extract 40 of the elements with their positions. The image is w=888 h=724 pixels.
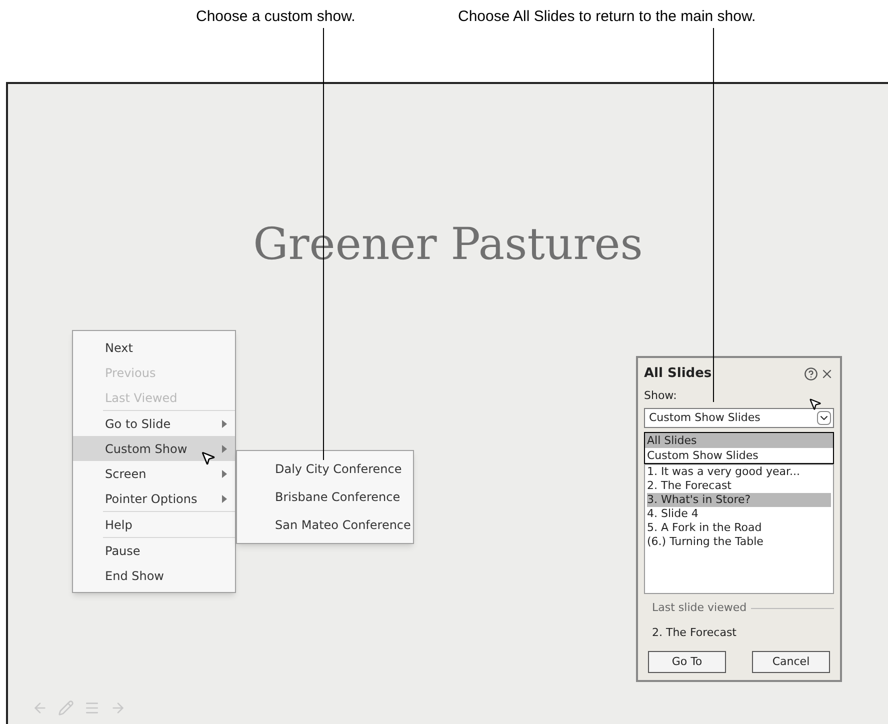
menu-icon[interactable]	[84, 700, 100, 716]
menu-item[interactable]: Daly City Conference	[237, 455, 413, 483]
slide-list-item[interactable]: 5. A Fork in the Road	[647, 521, 831, 535]
menu-item[interactable]: Go to Slide	[73, 411, 235, 436]
group-label: Last slide viewed	[652, 600, 747, 616]
menu-item[interactable]: End Show	[73, 563, 235, 588]
show-dropdown[interactable]: Custom Show Slides	[644, 408, 834, 428]
menu-item[interactable]: Custom Show	[73, 436, 235, 461]
arrow-left-icon[interactable]	[32, 700, 48, 716]
slide-list-item[interactable]: (6.) Turning the Table	[647, 535, 831, 549]
callout-text: Choose a custom show.	[196, 7, 356, 27]
submenu-arrow-icon	[222, 494, 227, 502]
mouse-pointer-icon	[200, 450, 216, 466]
help-icon[interactable]	[804, 366, 818, 381]
dropdown-option[interactable]: Custom Show Slides	[645, 448, 833, 463]
slide-list-item[interactable]: 2. The Forecast	[647, 479, 831, 493]
menu-item[interactable]: Screen	[73, 461, 235, 486]
menu-item[interactable]: Pointer Options	[73, 486, 235, 511]
last-viewed-slide: 2. The Forecast	[651, 624, 738, 640]
dialog-button[interactable]: Cancel	[752, 651, 830, 673]
slide-list-item[interactable]: 3. What's in Store?	[647, 493, 831, 507]
slide-list-item[interactable]: 4. Slide 4	[647, 507, 831, 521]
menu-item[interactable]: Brisbane Conference	[237, 483, 413, 511]
pen-icon[interactable]	[58, 700, 74, 716]
menu-item[interactable]: Pause	[73, 538, 235, 563]
callout-text: Choose All Slides to return to the main show.	[458, 7, 756, 27]
dialog-button[interactable]: Go To	[648, 651, 726, 673]
menu-item[interactable]: San Mateo Conference	[237, 511, 413, 539]
dropdown-option[interactable]: All Slides	[645, 433, 833, 448]
show-label: Show:	[644, 388, 678, 404]
dropdown-arrow-icon	[817, 411, 831, 425]
menu-item[interactable]: Help	[73, 512, 235, 537]
submenu-arrow-icon	[222, 470, 227, 478]
dialog-title: All Slides	[644, 365, 712, 383]
submenu-arrow-icon	[222, 420, 227, 428]
slide-list-item[interactable]: 1. It was a very good year...	[647, 465, 831, 479]
menu-item[interactable]: Next	[73, 335, 235, 360]
submenu-arrow-icon	[222, 444, 227, 452]
arrow-right-icon[interactable]	[110, 700, 126, 716]
mouse-pointer-icon	[808, 397, 822, 411]
